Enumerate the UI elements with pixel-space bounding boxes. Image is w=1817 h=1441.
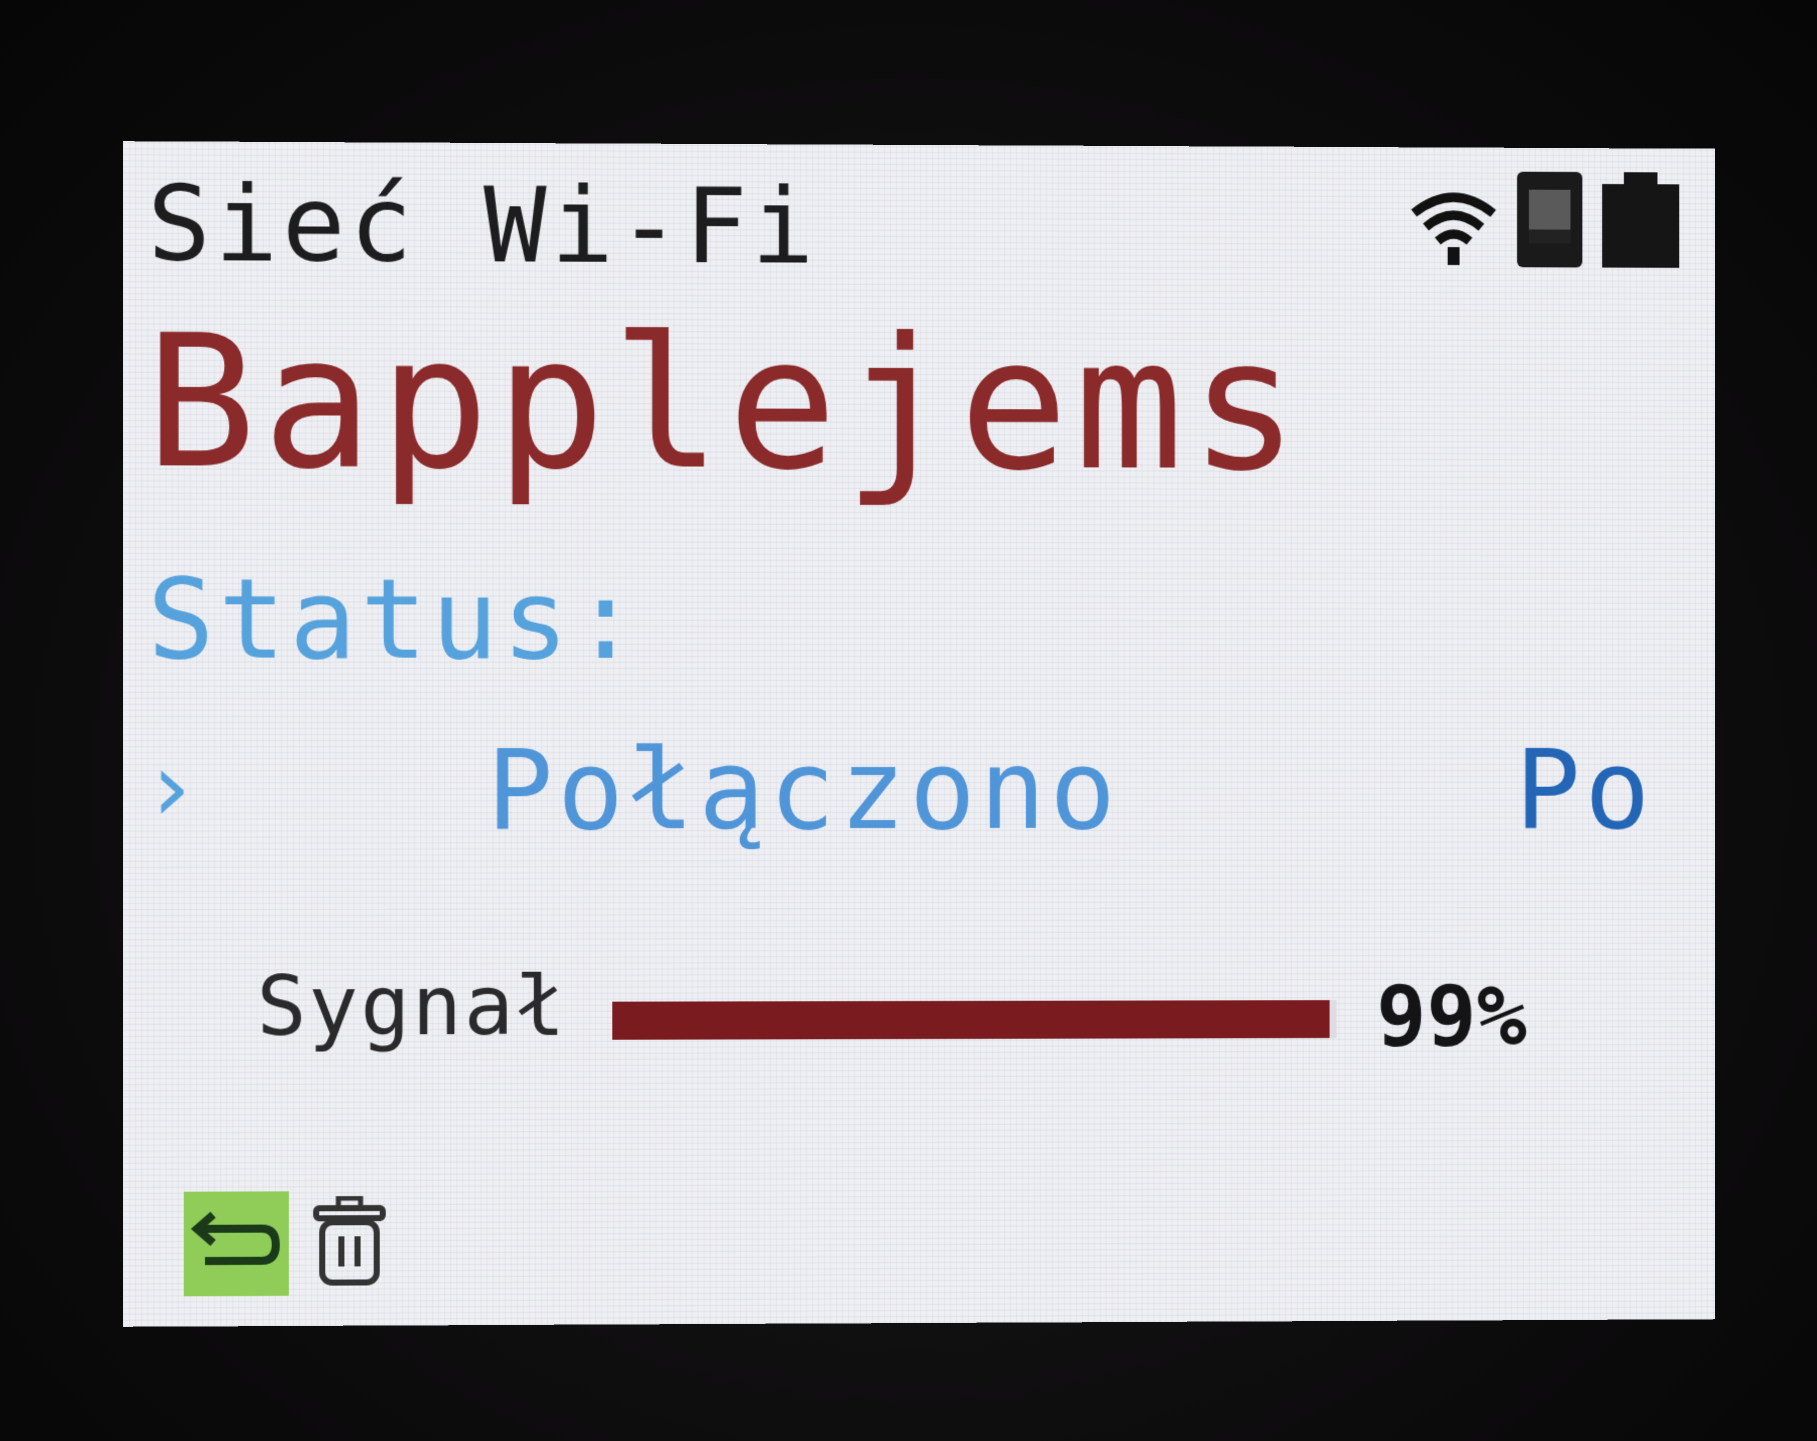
signal-strength-fill <box>612 1000 1330 1040</box>
network-name: Bapplejems <box>145 295 1305 511</box>
lcd-screen: Sieć Wi-Fi Bapplejems Status: › Połączon… <box>123 141 1715 1327</box>
sd-card-icon <box>1515 170 1584 270</box>
status-scrolling-text: Po <box>1515 726 1654 854</box>
page-title: Sieć Wi-Fi <box>147 162 819 288</box>
signal-percentage: 99% <box>1376 966 1527 1065</box>
wifi-icon <box>1408 185 1499 269</box>
back-icon <box>191 1206 282 1281</box>
trash-icon <box>312 1196 387 1291</box>
status-icons <box>1408 169 1681 270</box>
device-frame: Sieć Wi-Fi Bapplejems Status: › Połączon… <box>0 0 1817 1441</box>
signal-strength-bar <box>612 1000 1337 1040</box>
back-button[interactable] <box>184 1191 289 1297</box>
bottom-toolbar <box>184 1191 402 1297</box>
signal-label: Sygnał <box>256 958 568 1055</box>
signal-row: Sygnał 99% <box>123 958 1715 1078</box>
chevron-right-icon: › <box>141 730 200 844</box>
delete-button[interactable] <box>297 1191 402 1296</box>
status-row: › Połączono Po <box>123 725 1715 856</box>
status-value: Połączono <box>486 725 1120 855</box>
status-label: Status: <box>147 554 644 684</box>
battery-icon <box>1600 170 1681 270</box>
